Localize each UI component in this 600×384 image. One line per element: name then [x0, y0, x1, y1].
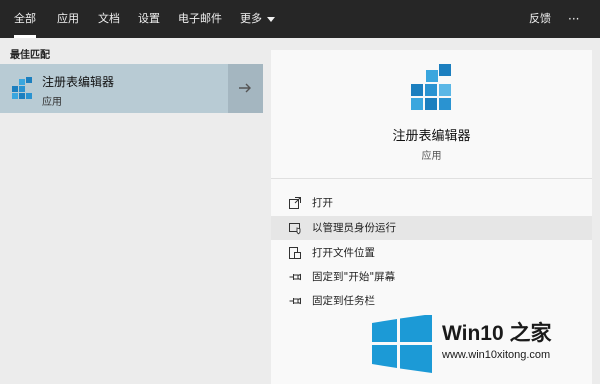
watermark: Win10 之家 www.win10xitong.com [368, 305, 600, 384]
windows-logo-icon [372, 315, 432, 373]
watermark-url: www.win10xitong.com [442, 349, 551, 361]
action-label: 固定到任务栏 [312, 295, 375, 307]
divider [271, 178, 592, 179]
search-scope-bar: 全部 应用 文档 设置 电子邮件 更多 反馈 ··· [0, 0, 600, 38]
arrow-right-icon [239, 83, 251, 93]
watermark-title: Win10 之家 [442, 322, 552, 345]
action-label: 打开文件位置 [312, 247, 375, 259]
app-title: 注册表编辑器 [392, 129, 471, 144]
tab-apps[interactable]: 应用 [57, 0, 79, 38]
chevron-down-icon [267, 16, 275, 22]
tab-more[interactable]: 更多 [240, 0, 275, 38]
expand-details-button[interactable] [228, 64, 263, 113]
action-pin-to-start[interactable]: 固定到"开始"屏幕 [271, 265, 592, 289]
action-label: 打开 [312, 197, 333, 209]
registry-editor-icon [12, 77, 32, 99]
tab-settings[interactable]: 设置 [138, 0, 160, 38]
pin-taskbar-icon [289, 297, 301, 305]
registry-editor-icon [411, 64, 451, 110]
feedback-button[interactable]: 反馈 [529, 0, 551, 38]
tab-documents[interactable]: 文档 [98, 0, 120, 38]
best-match-result[interactable]: 注册表编辑器 应用 [0, 64, 228, 113]
action-run-as-admin[interactable]: 以管理员身份运行 [271, 216, 592, 240]
tab-all[interactable]: 全部 [14, 0, 36, 38]
results-pane: 最佳匹配 注册表编辑器 应用 [0, 38, 270, 384]
action-label: 以管理员身份运行 [312, 222, 396, 234]
result-name: 注册表编辑器 [42, 75, 115, 89]
open-icon [289, 197, 301, 209]
pin-start-icon [289, 273, 301, 281]
more-options-button[interactable]: ··· [568, 0, 579, 38]
file-location-icon [289, 247, 301, 259]
action-label: 固定到"开始"屏幕 [312, 271, 396, 283]
section-title: 最佳匹配 [10, 50, 50, 61]
app-type: 应用 [421, 151, 442, 162]
result-type: 应用 [42, 97, 62, 108]
action-open-file-location[interactable]: 打开文件位置 [271, 241, 592, 265]
tab-email[interactable]: 电子邮件 [178, 0, 222, 38]
action-open[interactable]: 打开 [271, 191, 592, 215]
run-as-admin-icon [289, 223, 301, 235]
